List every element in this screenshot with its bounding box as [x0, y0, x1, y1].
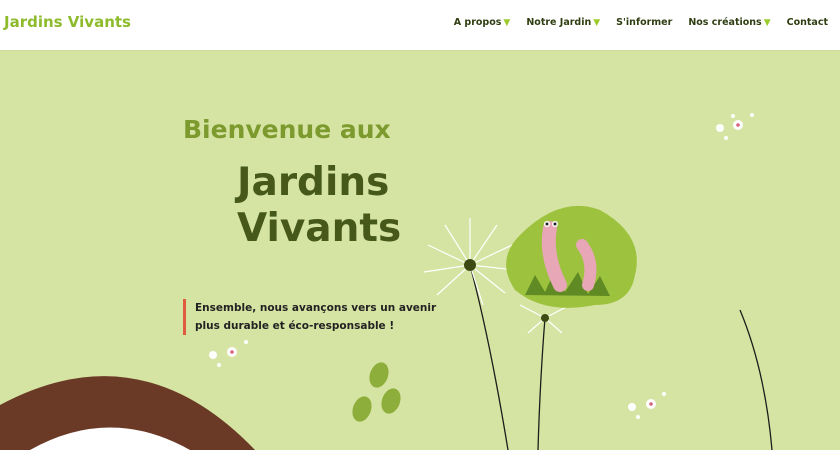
title-line: Vivants [237, 206, 402, 251]
page-title: Jardins Vivants [237, 160, 457, 252]
dandelion-center [541, 314, 549, 322]
title-line: Jardins [237, 160, 390, 205]
dandelion-center [464, 259, 476, 271]
leaf-icon [352, 362, 401, 422]
hero-welcome: Bienvenue aux [183, 115, 391, 144]
hero-quote: Ensemble, nous avançons vers un avenir p… [183, 299, 450, 335]
